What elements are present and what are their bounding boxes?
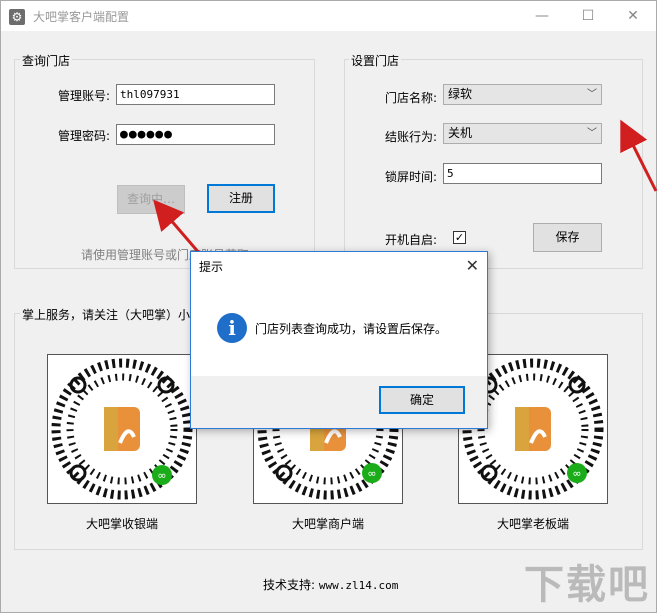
dialog-ok-button[interactable]: 确定 (379, 386, 465, 414)
password-input[interactable]: ●●●●●● (116, 124, 275, 145)
autostart-checkbox[interactable]: ✓ (453, 231, 466, 244)
dialog-title: 提示 (199, 260, 224, 274)
checkout-select[interactable]: 关机 ﹀ (443, 123, 602, 144)
checkout-label: 结账行为: (385, 130, 438, 144)
register-button[interactable]: 注册 (207, 184, 275, 213)
tech-support-label: 技术支持: (263, 578, 316, 592)
qr-caption-merchant: 大吧掌商户端 (291, 517, 364, 531)
save-button[interactable]: 保存 (533, 223, 602, 252)
gear-icon: ⚙ (9, 9, 25, 25)
store-name-value: 绿软 (448, 87, 473, 101)
window-title: 大吧掌客户端配置 (33, 10, 130, 24)
account-input[interactable]: thl097931 (116, 84, 275, 105)
chevron-down-icon: ﹀ (587, 128, 597, 139)
qr-code-cashier: ∞ (47, 354, 197, 504)
autostart-label: 开机自启: (385, 233, 438, 247)
lock-time-input[interactable]: 5 (443, 163, 602, 184)
qr-caption-boss: 大吧掌老板端 (496, 517, 569, 531)
tech-support-url[interactable]: www.zl14.com (319, 579, 398, 592)
checkout-value: 关机 (448, 126, 473, 140)
account-label: 管理账号: (58, 89, 111, 103)
svg-text:∞: ∞ (367, 467, 376, 480)
watermark-logo: 下载吧 (524, 562, 650, 608)
password-label: 管理密码: (58, 129, 111, 143)
mobile-service-group-title: 掌上服务，请关注（大吧掌）小程序 (20, 306, 217, 323)
query-store-group-title: 查询门店 (20, 52, 73, 69)
store-name-label: 门店名称: (385, 91, 438, 105)
lock-time-label: 锁屏时间: (385, 170, 438, 184)
svg-text:∞: ∞ (572, 467, 581, 480)
title-bar: ⚙ 大吧掌客户端配置 — ☐ ✕ (1, 1, 656, 31)
query-button[interactable]: 查询中… (117, 185, 185, 214)
dialog-close-icon[interactable]: ✕ (466, 256, 479, 275)
settings-group-title: 设置门店 (349, 52, 402, 69)
mini-program-code-icon: ∞ (51, 358, 193, 500)
close-button[interactable]: ✕ (610, 1, 656, 31)
svg-text:∞: ∞ (157, 469, 166, 482)
app-window: ⚙ 大吧掌客户端配置 — ☐ ✕ 查询门店 管理账号: thl097931 管理… (0, 0, 657, 613)
qr-caption-cashier: 大吧掌收银端 (85, 517, 158, 531)
minimize-button[interactable]: — (519, 1, 565, 31)
chevron-down-icon: ﹀ (587, 89, 597, 100)
maximize-button[interactable]: ☐ (565, 1, 611, 31)
info-dialog: 提示 ✕ i 门店列表查询成功，请设置后保存。 确定 (190, 251, 488, 429)
info-icon: i (217, 313, 247, 343)
dialog-message: 门店列表查询成功，请设置后保存。 (255, 322, 448, 336)
store-name-select[interactable]: 绿软 ﹀ (443, 84, 602, 105)
tech-support: 技术支持: www.zl14.com (263, 576, 398, 593)
